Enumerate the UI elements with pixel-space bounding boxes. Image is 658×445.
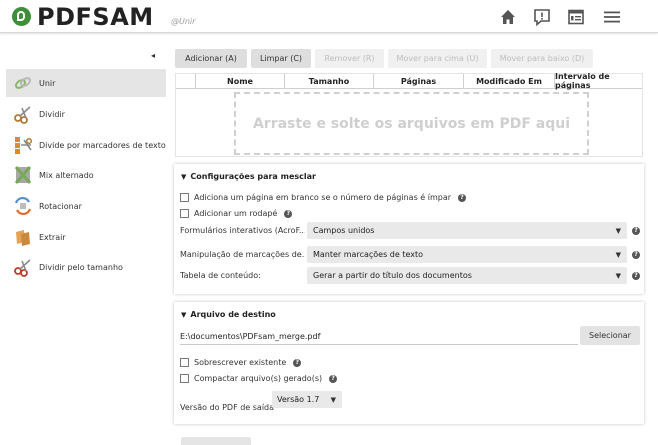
dashboard-icon[interactable] xyxy=(566,7,586,27)
help-icon[interactable]: ? xyxy=(293,358,302,367)
blank-page-option[interactable]: Adiciona um página em branco se o número… xyxy=(180,193,467,202)
move-up-button[interactable]: Mover para cima (U) xyxy=(388,49,487,68)
sidebar-item-label: Divide por marcadores de texto xyxy=(39,140,166,150)
file-table[interactable]: Nome Tamanho Páginas Modificado Em Inter… xyxy=(175,72,643,157)
drop-zone[interactable]: Arraste e solte os arquivos em PDF aqui xyxy=(234,92,589,155)
forms-select-value: Campos unidos xyxy=(313,226,375,235)
column-header-pages[interactable]: Páginas xyxy=(374,74,464,89)
sidebar-item-extrair[interactable]: Extrair xyxy=(6,223,166,251)
column-header-size[interactable]: Tamanho xyxy=(285,74,374,89)
app-header: PDFSAM @Unir xyxy=(0,0,658,33)
pdf-version-value: Versão 1.7 xyxy=(277,395,320,404)
rotate-icon xyxy=(14,196,32,216)
merge-settings-title: Configurações para mesclar xyxy=(190,172,316,181)
help-icon[interactable]: ? xyxy=(632,251,640,259)
bookmarks-select[interactable]: Manter marcações de texto ▼ xyxy=(307,246,627,263)
clear-button[interactable]: Limpar (C) xyxy=(251,49,311,68)
compress-label: Compactar arquivo(s) gerado(s) xyxy=(194,374,323,383)
merge-icon xyxy=(15,77,31,89)
select-destination-button[interactable]: Selecionar xyxy=(580,326,640,345)
split-size-icon xyxy=(14,259,31,277)
destination-header[interactable]: ▼ Arquivo de destino xyxy=(181,310,276,319)
extract-icon xyxy=(16,230,30,246)
table-header-corner xyxy=(176,74,196,89)
move-down-button[interactable]: Mover para baixo (D) xyxy=(491,49,593,68)
sidebar-item-label: Dividir xyxy=(39,109,65,119)
current-module-label: @Unir xyxy=(171,17,196,26)
sidebar-item-label: Extrair xyxy=(39,232,66,242)
overwrite-label: Sobrescrever existente xyxy=(194,358,287,367)
merge-settings-panel: ▼ Configurações para mesclar Adiciona um … xyxy=(174,164,644,294)
toc-select-value: Gerar a partir do título dos documentos xyxy=(313,271,472,280)
run-button[interactable] xyxy=(181,437,251,445)
menu-icon[interactable] xyxy=(602,7,622,27)
mix-icon xyxy=(14,166,32,184)
sidebar-item-label: Rotacionar xyxy=(39,201,82,211)
pdfsam-logo-icon xyxy=(12,7,31,26)
sidebar-item-unir[interactable]: Unir xyxy=(6,69,166,97)
toc-label: Tabela de conteúdo: xyxy=(180,271,261,280)
sidebar-item-mix-alternado[interactable]: Mix alternado xyxy=(6,161,166,189)
sidebar-item-rotacionar[interactable]: Rotacionar xyxy=(6,192,166,220)
sidebar-item-dividir-tamanho[interactable]: Dividir pelo tamanho xyxy=(6,253,166,281)
merge-settings-header[interactable]: ▼ Configurações para mesclar xyxy=(181,172,316,181)
footer-checkbox[interactable] xyxy=(180,209,189,218)
help-icon[interactable]: ? xyxy=(458,193,467,202)
destination-title: Arquivo de destino xyxy=(190,310,276,319)
blank-page-label: Adiciona um página em branco se o número… xyxy=(194,193,452,202)
dropdown-arrow-icon: ▼ xyxy=(615,272,621,280)
collapse-sidebar-button[interactable]: ◂ xyxy=(151,51,155,60)
destination-path-input[interactable]: E:\documentos\PDFsam_merge.pdf xyxy=(180,328,578,345)
footer-option[interactable]: Adicionar um rodapé ? xyxy=(180,209,293,218)
sidebar-item-dividir[interactable]: Dividir xyxy=(6,100,166,128)
help-icon[interactable]: ? xyxy=(632,227,640,235)
blank-page-checkbox[interactable] xyxy=(180,193,189,202)
remove-button[interactable]: Remover (R) xyxy=(315,49,384,68)
pdf-version-label: Versão do PDF de saída xyxy=(180,403,275,412)
help-icon[interactable]: ? xyxy=(632,272,640,280)
dropdown-arrow-icon: ▼ xyxy=(330,396,336,404)
bookmarks-label: Manipulação de marcações de... xyxy=(180,250,305,259)
overwrite-checkbox[interactable] xyxy=(180,358,189,367)
pdf-version-select[interactable]: Versão 1.7 ▼ xyxy=(272,391,342,408)
dropdown-arrow-icon: ▼ xyxy=(615,251,621,259)
collapse-triangle-icon: ▼ xyxy=(181,173,187,181)
app-logo-text: PDFSAM xyxy=(37,3,154,31)
home-icon[interactable] xyxy=(498,7,518,27)
sidebar-item-label: Dividir pelo tamanho xyxy=(39,262,123,272)
column-header-name[interactable]: Nome xyxy=(196,74,285,89)
compress-option[interactable]: Compactar arquivo(s) gerado(s) ? xyxy=(180,374,338,383)
compress-checkbox[interactable] xyxy=(180,374,189,383)
column-header-modified[interactable]: Modificado Em xyxy=(464,74,555,89)
split-bookmarks-icon xyxy=(15,137,33,154)
dropdown-arrow-icon: ▼ xyxy=(615,227,621,235)
add-button[interactable]: Adicionar (A) xyxy=(175,49,247,68)
sidebar-item-label: Unir xyxy=(39,78,56,88)
destination-panel: ▼ Arquivo de destino E:\documentos\PDFsam… xyxy=(174,302,644,424)
overwrite-option[interactable]: Sobrescrever existente ? xyxy=(180,358,302,367)
sidebar-item-divide-marcadores[interactable]: Divide por marcadores de texto xyxy=(6,131,166,159)
collapse-triangle-icon: ▼ xyxy=(181,311,187,319)
toc-select[interactable]: Gerar a partir do título dos documentos … xyxy=(307,267,627,284)
forms-select[interactable]: Campos unidos ▼ xyxy=(307,222,627,239)
column-header-page-range[interactable]: Intervalo de páginas xyxy=(555,72,642,90)
news-icon[interactable] xyxy=(532,7,552,27)
sidebar-item-label: Mix alternado xyxy=(39,170,94,180)
bookmarks-select-value: Manter marcações de texto xyxy=(313,250,424,259)
help-icon[interactable]: ? xyxy=(284,209,293,218)
footer-label: Adicionar um rodapé xyxy=(194,209,278,218)
help-icon[interactable]: ? xyxy=(329,374,338,383)
forms-label: Formulários interativos (AcroF... xyxy=(180,226,305,235)
scissors-icon xyxy=(14,106,31,124)
